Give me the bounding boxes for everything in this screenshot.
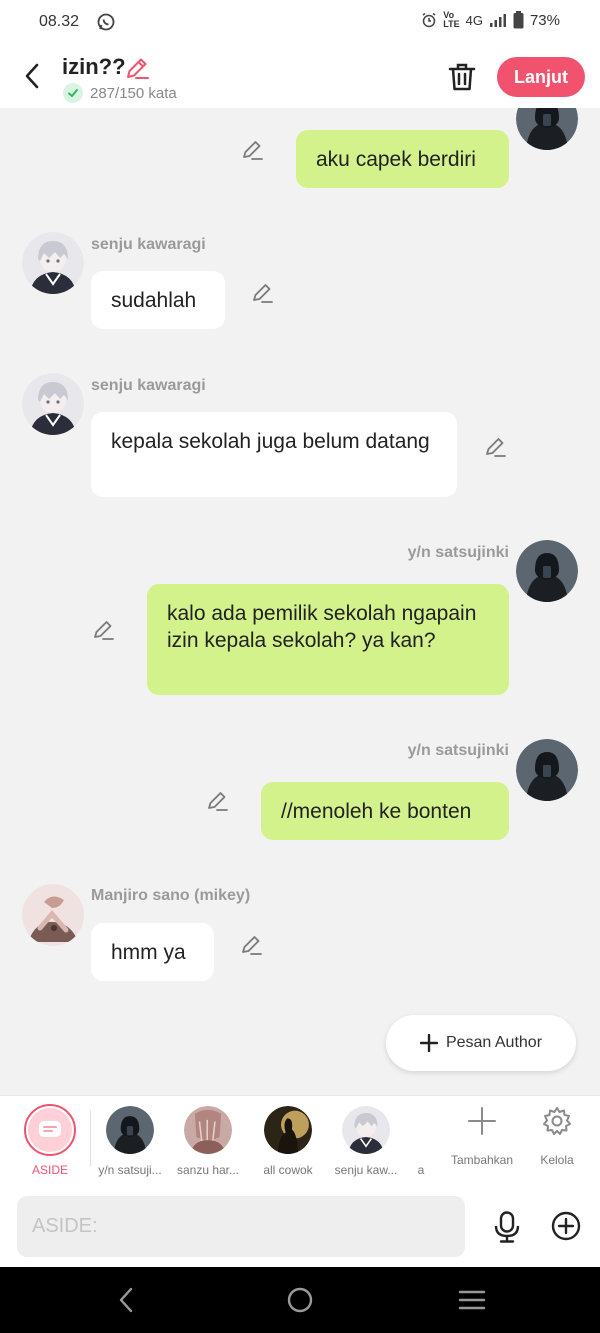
avatar-yn-satsujinki[interactable]: [516, 540, 578, 602]
avatar-yn-satsujinki[interactable]: [516, 108, 578, 150]
message-text: kepala sekolah juga belum datang: [111, 430, 430, 453]
character-all-cowok[interactable]: all cowok: [250, 1104, 326, 1177]
input-bar: [0, 1187, 600, 1267]
word-count: 287/150 kata: [90, 85, 177, 102]
pencil-icon[interactable]: [251, 281, 275, 305]
character-label: a: [417, 1163, 425, 1177]
gear-icon: [543, 1107, 571, 1135]
pencil-icon[interactable]: [92, 618, 116, 642]
status-indicators: Vo LTE 4G 73%: [421, 11, 560, 29]
microphone-icon[interactable]: [493, 1211, 521, 1243]
message-bubble[interactable]: //menoleh ke bonten: [261, 782, 509, 840]
message-bubble[interactable]: kalo ada pemilik sekolah ngapain izin ke…: [147, 584, 509, 695]
sender-name: Manjiro sano (mikey): [91, 887, 251, 904]
story-header: izin?? 287/150 kata Lanjut: [0, 46, 600, 108]
author-message-label: Pesan Author: [445, 1034, 543, 1051]
character-label: y/n satsuji...: [98, 1163, 162, 1177]
whatsapp-icon: [96, 12, 116, 32]
character-senju-kawaragi[interactable]: senju kaw...: [328, 1104, 404, 1177]
character-label: senju kaw...: [334, 1163, 398, 1177]
chat-bubble-icon: [39, 1121, 61, 1137]
plus-icon: [468, 1107, 496, 1135]
pencil-icon[interactable]: [240, 933, 264, 957]
avatar-manjiro-sano[interactable]: [22, 884, 84, 946]
signal-icon: [489, 13, 507, 27]
chevron-left-icon: [25, 63, 39, 89]
character-label: sanzu har...: [176, 1163, 240, 1177]
pencil-icon[interactable]: [241, 138, 265, 162]
status-bar: 08.32 Vo LTE 4G 73%: [0, 0, 600, 46]
character-aside[interactable]: ASIDE: [12, 1104, 88, 1177]
nav-home-icon[interactable]: [285, 1285, 315, 1315]
manage-label: Kelola: [540, 1153, 574, 1167]
character-sanzu[interactable]: sanzu har...: [170, 1104, 246, 1177]
message-bubble[interactable]: kepala sekolah juga belum datang: [91, 412, 457, 497]
chat-area[interactable]: aku capek berdiri senju kawaragi sudahla…: [0, 108, 600, 1095]
avatar-senju-kawaragi[interactable]: [22, 373, 84, 435]
message-text: aku capek berdiri: [316, 148, 476, 171]
add-character-button[interactable]: Tambahkan: [446, 1106, 518, 1167]
back-button[interactable]: [18, 60, 46, 92]
network-type: 4G: [465, 12, 483, 28]
alarm-icon: [421, 12, 437, 28]
nav-back-icon[interactable]: [112, 1285, 142, 1315]
message-text: sudahlah: [111, 289, 197, 312]
pencil-icon[interactable]: [206, 789, 230, 813]
character-bar: ASIDE y/n satsuji... sanzu har... all co…: [0, 1095, 600, 1187]
next-button[interactable]: Lanjut: [497, 57, 585, 97]
pencil-icon[interactable]: [124, 55, 150, 81]
message-text: //menoleh ke bonten: [281, 800, 472, 823]
add-circle-icon[interactable]: [551, 1211, 581, 1241]
message-text: hmm ya: [111, 941, 186, 964]
sender-name: senju kawaragi: [91, 377, 206, 394]
character-partial[interactable]: a: [406, 1104, 436, 1177]
battery-icon: [513, 11, 524, 29]
sender-name: y/n satsujinki: [407, 742, 509, 759]
add-character-label: Tambahkan: [450, 1153, 514, 1167]
author-message-button[interactable]: Pesan Author: [386, 1015, 576, 1071]
aside-avatar: [24, 1104, 76, 1156]
message-bubble[interactable]: aku capek berdiri: [296, 130, 509, 188]
pencil-icon[interactable]: [484, 435, 508, 459]
status-time: 08.32: [39, 13, 80, 30]
character-yn-satsujinki[interactable]: y/n satsuji...: [92, 1104, 168, 1177]
trash-icon[interactable]: [447, 61, 477, 93]
message-text: kalo ada pemilik sekolah ngapain izin ke…: [167, 602, 477, 652]
avatar-senju-kawaragi[interactable]: [22, 232, 84, 294]
manage-button[interactable]: Kelola: [521, 1106, 593, 1167]
check-icon: [63, 83, 83, 103]
system-nav-bar: [0, 1267, 600, 1333]
sender-name: y/n satsujinki: [407, 544, 509, 561]
message-bubble[interactable]: hmm ya: [91, 923, 214, 981]
nav-recents-icon[interactable]: [457, 1285, 487, 1315]
message-bubble[interactable]: sudahlah: [91, 271, 225, 329]
avatar-yn-satsujinki[interactable]: [516, 739, 578, 801]
character-label: all cowok: [263, 1163, 313, 1177]
character-label: ASIDE: [31, 1163, 68, 1177]
story-title[interactable]: izin??: [62, 54, 126, 80]
aside-input[interactable]: [17, 1196, 465, 1257]
plus-icon: [419, 1034, 438, 1052]
sender-name: senju kawaragi: [91, 236, 206, 253]
divider: [90, 1110, 91, 1166]
volte-icon: Vo LTE: [443, 10, 460, 29]
battery-percent: 73%: [529, 11, 560, 29]
